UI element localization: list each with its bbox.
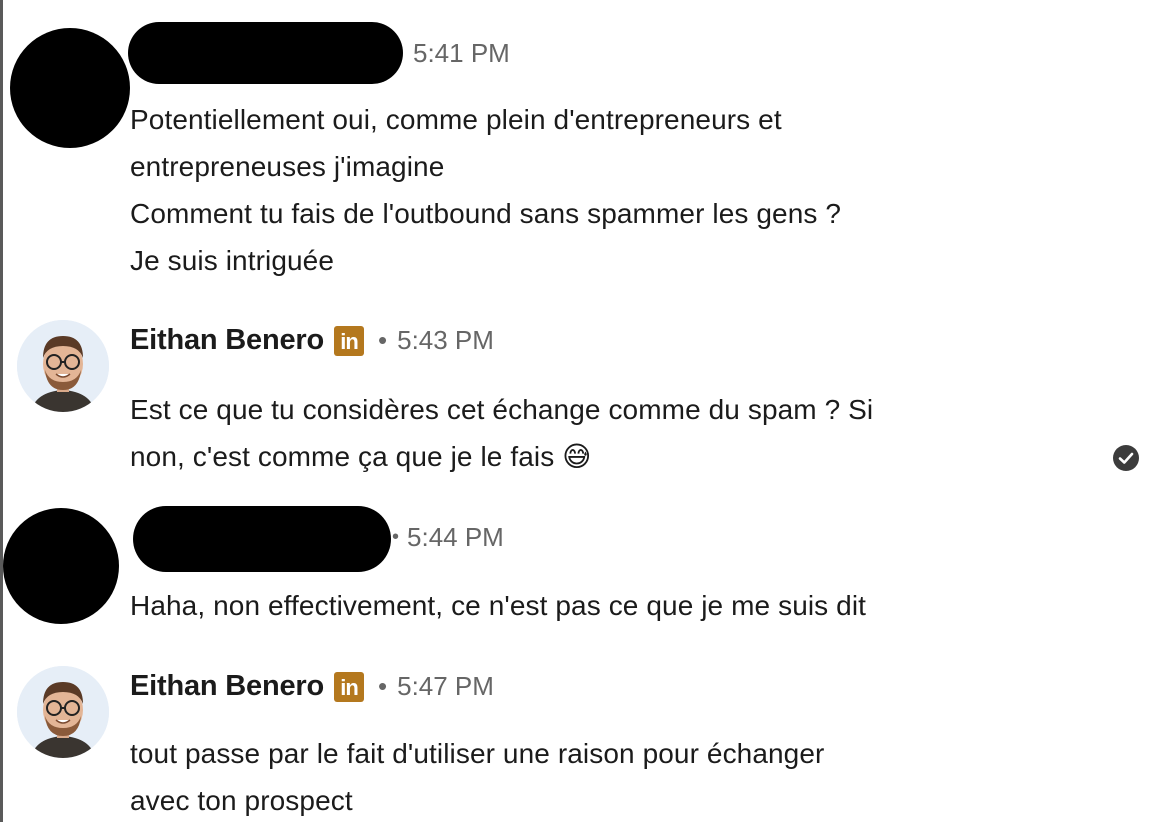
message-timestamp: 5:41 PM: [413, 38, 510, 68]
message-timestamp: 5:44 PM: [407, 522, 504, 552]
separator-dot: •: [392, 526, 400, 548]
avatar[interactable]: [3, 508, 119, 624]
sender-name-redacted[interactable]: [133, 506, 391, 572]
linkedin-badge-text: in: [340, 674, 359, 700]
panel-left-border: [0, 0, 3, 822]
sender-name-redacted[interactable]: [128, 22, 403, 84]
message-text: Potentiellement oui, comme plein d'entre…: [130, 104, 842, 276]
message-header: Eithan Benero in • 5:43 PM: [130, 324, 494, 357]
message-header: 5:41 PM: [413, 38, 510, 69]
linkedin-badge-text: in: [340, 328, 359, 354]
separator-dot: •: [378, 325, 388, 355]
avatar[interactable]: [10, 28, 130, 148]
message-text: Est ce que tu considères cet échange com…: [130, 394, 874, 472]
message-header: • 5:44 PM: [392, 522, 504, 553]
check-circle-icon: [1113, 445, 1139, 471]
message-header: Eithan Benero in • 5:47 PM: [130, 670, 494, 703]
message-text: tout passe par le fait d'utiliser une ra…: [130, 738, 825, 816]
avatar[interactable]: [17, 320, 109, 412]
message-text: Haha, non effectivement, ce n'est pas ce…: [130, 590, 867, 621]
avatar-photo-icon: [17, 666, 109, 758]
avatar[interactable]: [17, 666, 109, 758]
message-timestamp: 5:43 PM: [397, 325, 494, 355]
separator-dot: •: [378, 671, 388, 701]
linkedin-icon: in: [334, 671, 364, 702]
linkedin-icon: in: [334, 325, 364, 356]
avatar-photo-icon: [17, 320, 109, 412]
sender-name[interactable]: Eithan Benero: [130, 324, 324, 357]
sender-name[interactable]: Eithan Benero: [130, 670, 324, 703]
message-timestamp: 5:47 PM: [397, 671, 494, 701]
